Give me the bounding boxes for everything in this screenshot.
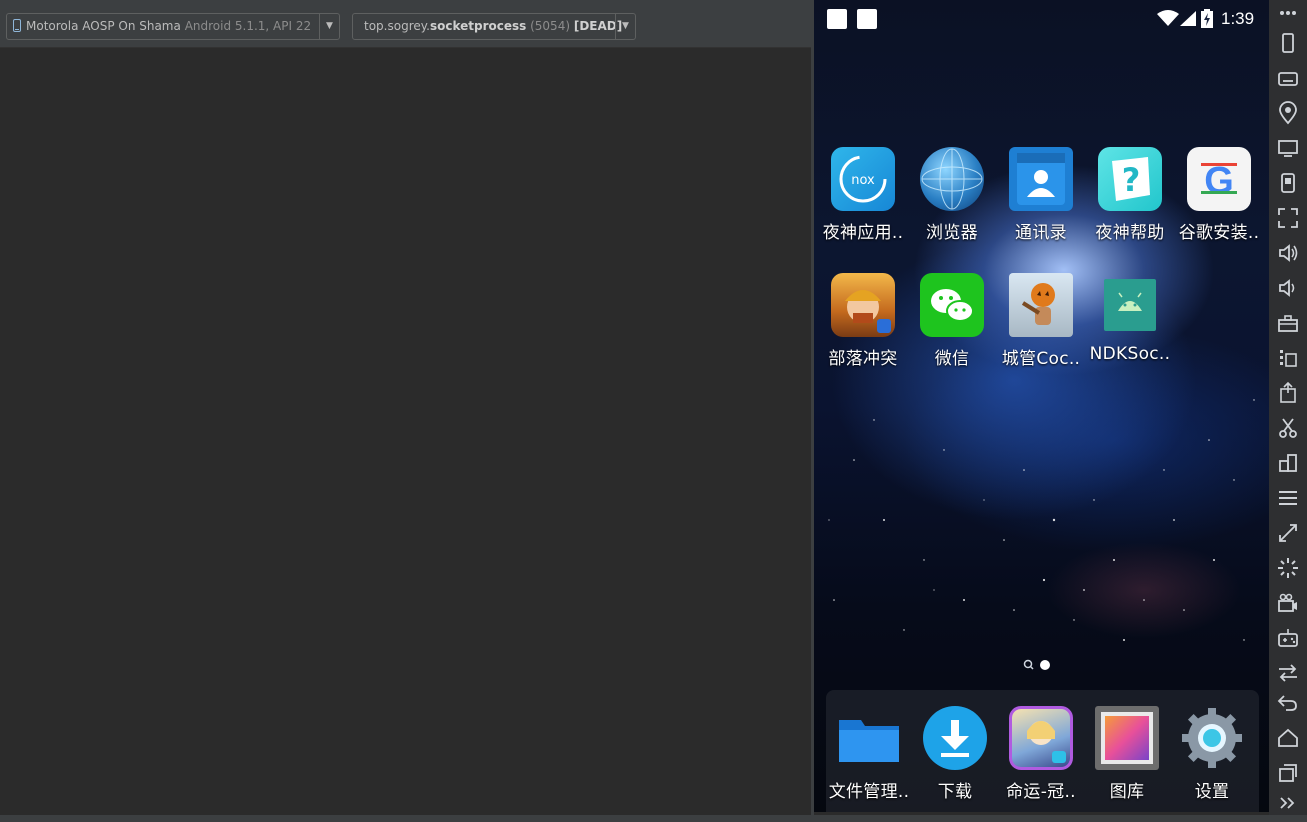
screen-root: Motorola AOSP On Shama Android 5.1.1, AP… bbox=[0, 0, 1307, 822]
nox-app-store-icon: nox bbox=[831, 147, 895, 211]
emulator-sidebar bbox=[1269, 0, 1307, 822]
app-label: 下载 bbox=[937, 782, 973, 802]
wifi-icon bbox=[1157, 10, 1179, 26]
process-pid: (5054) bbox=[530, 19, 571, 33]
download-icon bbox=[923, 706, 987, 770]
location-icon[interactable] bbox=[1276, 101, 1300, 125]
volume-down-icon[interactable] bbox=[1276, 276, 1300, 300]
folder-icon bbox=[837, 706, 901, 770]
app-label: 夜神应用.. bbox=[822, 223, 904, 243]
android-robot-icon bbox=[1104, 279, 1156, 331]
app-nox-help[interactable]: ? 夜神帮助 bbox=[1084, 147, 1176, 243]
app-label: 城管Coc.. bbox=[1001, 349, 1081, 369]
status-time: 1:39 bbox=[1221, 9, 1255, 28]
sync-icon[interactable] bbox=[1276, 661, 1300, 685]
app-wechat[interactable]: 微信 bbox=[906, 273, 998, 369]
app-contacts[interactable]: 通讯录 bbox=[995, 147, 1087, 243]
android-status-bar: 1:39 bbox=[814, 0, 1269, 38]
recent-apps-icon[interactable] bbox=[1276, 761, 1300, 785]
device-api: Android 5.1.1, API 22 bbox=[184, 19, 312, 33]
app-label: 部落冲突 bbox=[828, 349, 898, 369]
svg-text:nox: nox bbox=[851, 173, 875, 188]
gallery-icon bbox=[1095, 706, 1159, 770]
settings-gear-icon bbox=[1180, 706, 1244, 770]
process-selector[interactable]: top.sogrey.socketprocess (5054) [DEAD] ▼ bbox=[352, 13, 636, 40]
toolbox-icon[interactable] bbox=[1276, 311, 1300, 335]
svg-text:?: ? bbox=[1122, 161, 1141, 199]
app-fate-game[interactable]: 命运-冠.. bbox=[995, 706, 1087, 802]
emulator-screen[interactable]: 1:39 nox 夜神应用.. 浏览器 通讯录 ? 夜神帮助 G 谷歌安装.. … bbox=[814, 0, 1269, 812]
home-icon[interactable] bbox=[1276, 726, 1300, 750]
app-file-manager[interactable]: 文件管理.. bbox=[823, 706, 915, 802]
browser-globe-icon bbox=[920, 147, 984, 211]
more-icon[interactable] bbox=[1276, 791, 1300, 815]
wechat-icon bbox=[920, 273, 984, 337]
device-phone-icon bbox=[13, 19, 21, 32]
rotate-icon[interactable] bbox=[1276, 31, 1300, 55]
install-apk-icon[interactable] bbox=[1276, 381, 1300, 405]
process-name: socketprocess bbox=[429, 19, 527, 33]
nox-help-icon: ? bbox=[1098, 147, 1162, 211]
loading-icon[interactable] bbox=[1276, 556, 1300, 580]
app-browser[interactable]: 浏览器 bbox=[906, 147, 998, 243]
app-google-installer[interactable]: G 谷歌安装.. bbox=[1173, 147, 1265, 243]
app-clash-of-clans[interactable]: 部落冲突 bbox=[817, 273, 909, 369]
battery-charging-icon bbox=[1201, 9, 1213, 28]
phone-mode-icon[interactable] bbox=[1276, 1, 1300, 25]
ide-panel: Motorola AOSP On Shama Android 5.1.1, AP… bbox=[0, 0, 812, 822]
svg-text:G: G bbox=[1204, 160, 1234, 202]
device-dropdown-arrow-icon[interactable]: ▼ bbox=[319, 14, 339, 39]
device-name: Motorola AOSP On Shama bbox=[26, 19, 181, 33]
app-label: 图库 bbox=[1109, 782, 1145, 802]
fullscreen-expand-icon[interactable] bbox=[1276, 521, 1300, 545]
notification-icon bbox=[827, 9, 847, 29]
video-record-icon[interactable] bbox=[1276, 591, 1300, 615]
scissors-icon[interactable] bbox=[1276, 416, 1300, 440]
multi-instance-icon[interactable] bbox=[1276, 451, 1300, 475]
add-apk-icon[interactable] bbox=[1276, 346, 1300, 370]
volume-up-icon[interactable] bbox=[1276, 241, 1300, 265]
shake-icon[interactable] bbox=[1276, 171, 1300, 195]
app-settings[interactable]: 设置 bbox=[1166, 706, 1258, 802]
app-label: 文件管理.. bbox=[828, 782, 910, 802]
app-label: 夜神帮助 bbox=[1095, 223, 1165, 243]
ide-toolbar: Motorola AOSP On Shama Android 5.1.1, AP… bbox=[0, 0, 812, 48]
fate-game-icon bbox=[1009, 706, 1073, 770]
keyboard-icon[interactable] bbox=[1276, 66, 1300, 90]
app-label: 命运-冠.. bbox=[1006, 782, 1076, 802]
app-ndksocket[interactable]: NDKSoc.. bbox=[1084, 273, 1176, 364]
app-label: 设置 bbox=[1194, 782, 1230, 802]
app-nox-store[interactable]: nox 夜神应用.. bbox=[817, 147, 909, 243]
page-indicator[interactable] bbox=[1022, 658, 1054, 672]
fullscreen-icon[interactable] bbox=[1276, 206, 1300, 230]
app-label: 谷歌安装.. bbox=[1178, 223, 1260, 243]
process-dropdown-arrow-icon[interactable]: ▼ bbox=[615, 14, 635, 39]
app-label: 微信 bbox=[934, 349, 970, 369]
coc-pumpkin-icon bbox=[1009, 273, 1073, 337]
app-label: 通讯录 bbox=[1015, 223, 1067, 243]
contacts-icon bbox=[1009, 147, 1073, 211]
app-download[interactable]: 下载 bbox=[909, 706, 1001, 802]
bottom-status-strip bbox=[0, 815, 1307, 822]
process-prefix: top.sogrey. bbox=[364, 19, 430, 33]
screen-icon[interactable] bbox=[1276, 136, 1300, 160]
signal-icon bbox=[1180, 11, 1196, 26]
menu-icon[interactable] bbox=[1276, 486, 1300, 510]
notification-icon bbox=[857, 9, 877, 29]
app-label: 浏览器 bbox=[926, 223, 978, 243]
app-coc-pumpkin[interactable]: 城管Coc.. bbox=[995, 273, 1087, 369]
back-icon[interactable] bbox=[1276, 691, 1300, 715]
device-selector[interactable]: Motorola AOSP On Shama Android 5.1.1, AP… bbox=[6, 13, 340, 40]
gamepad-icon[interactable] bbox=[1276, 626, 1300, 650]
clash-of-clans-icon bbox=[831, 273, 895, 337]
google-installer-icon: G bbox=[1187, 147, 1251, 211]
app-label: NDKSoc.. bbox=[1089, 344, 1171, 364]
app-gallery[interactable]: 图库 bbox=[1081, 706, 1173, 802]
